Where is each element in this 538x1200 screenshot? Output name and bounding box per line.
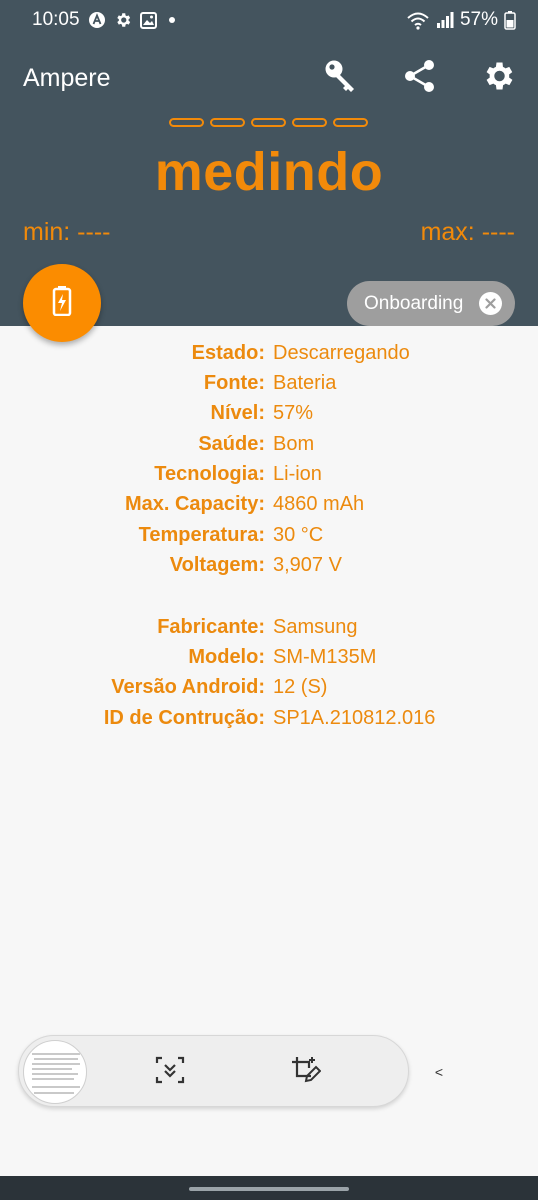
collapse-toolbar-button[interactable]: < xyxy=(430,1060,448,1084)
indicator-segment xyxy=(251,118,286,127)
status-bar: 10:05 57% xyxy=(0,0,538,40)
info-label: ID de Contrução: xyxy=(103,707,265,729)
wifi-icon xyxy=(406,10,430,30)
info-label: Estado: xyxy=(191,342,265,364)
battery-fab[interactable] xyxy=(23,264,101,342)
info-value: 3,907 V xyxy=(273,554,342,576)
info-label: Tecnologia: xyxy=(154,463,265,485)
screenshot-thumbnail[interactable] xyxy=(23,1040,87,1104)
status-battery-percent: 57% xyxy=(459,9,498,30)
share-icon xyxy=(402,58,438,99)
max-reading: max: ---- xyxy=(420,218,515,246)
crop-edit-icon xyxy=(289,1054,322,1091)
key-icon xyxy=(321,57,359,100)
screenshot-toolbar xyxy=(18,1035,409,1107)
settings-button[interactable] xyxy=(476,56,520,100)
info-label: Versão Android: xyxy=(111,676,265,698)
battery-icon xyxy=(504,10,516,30)
info-value: 12 (S) xyxy=(273,676,328,698)
info-value: SP1A.210812.016 xyxy=(273,707,436,729)
image-icon xyxy=(139,11,157,29)
info-value: Bom xyxy=(273,433,315,455)
navigation-bar xyxy=(0,1176,538,1200)
share-button[interactable] xyxy=(398,56,442,100)
indicator-segment xyxy=(333,118,368,127)
key-button[interactable] xyxy=(318,56,362,100)
gear-icon xyxy=(114,11,132,29)
info-label: Fonte: xyxy=(203,372,265,394)
info-row-capacity: Max. Capacity: 4860 mAh xyxy=(0,489,538,519)
info-row-temperatura: Temperatura: 30 °C xyxy=(0,520,538,550)
info-value: Samsung xyxy=(273,616,358,638)
info-label: Max. Capacity: xyxy=(124,493,265,515)
close-circle-icon[interactable] xyxy=(479,292,502,315)
info-label: Nível: xyxy=(210,402,265,424)
info-row-build-id: ID de Contrução: SP1A.210812.016 xyxy=(0,703,538,733)
a-circle-icon xyxy=(88,11,106,29)
info-row-modelo: Modelo: SM-M135M xyxy=(0,642,538,672)
info-row-versao-android: Versão Android: 12 (S) xyxy=(0,672,538,702)
info-row-fabricante: Fabricante: Samsung xyxy=(0,612,538,642)
info-value: Bateria xyxy=(273,372,337,394)
info-row-saude: Saúde: Bom xyxy=(0,429,538,459)
info-row-estado: Estado: Descarregando xyxy=(0,338,538,368)
info-row-tecnologia: Tecnologia: Li-ion xyxy=(0,459,538,489)
info-label: Modelo: xyxy=(188,646,265,668)
dot-icon xyxy=(165,15,179,25)
indicator-segment xyxy=(169,118,204,127)
home-handle[interactable] xyxy=(189,1187,349,1191)
info-label: Temperatura: xyxy=(138,524,265,546)
app-title: Ampere xyxy=(23,64,111,92)
info-value: Li-ion xyxy=(273,463,322,485)
onboarding-label: Onboarding xyxy=(364,292,464,314)
status-time: 10:05 xyxy=(32,9,80,30)
info-row-nivel: Nível: 57% xyxy=(0,398,538,428)
info-value: SM-M135M xyxy=(273,646,377,668)
scroll-capture-icon xyxy=(154,1054,186,1091)
gear-icon xyxy=(480,58,516,99)
crop-edit-button[interactable] xyxy=(287,1054,323,1090)
min-reading: min: ---- xyxy=(23,218,111,246)
info-label: Voltagem: xyxy=(169,554,265,576)
indicator-segment xyxy=(292,118,327,127)
signal-icon xyxy=(436,11,454,29)
info-value: Descarregando xyxy=(273,342,410,364)
info-value: 30 °C xyxy=(273,524,324,546)
onboarding-chip[interactable]: Onboarding xyxy=(347,281,515,326)
scroll-capture-button[interactable] xyxy=(152,1054,188,1090)
measuring-indicator xyxy=(169,118,368,127)
info-row-fonte: Fonte: Bateria xyxy=(0,368,538,398)
info-label: Fabricante: xyxy=(157,616,265,638)
info-row-voltagem: Voltagem: 3,907 V xyxy=(0,550,538,580)
info-label: Saúde: xyxy=(198,433,265,455)
info-value: 4860 mAh xyxy=(273,493,365,515)
battery-charging-icon xyxy=(52,285,72,321)
info-value: 57% xyxy=(273,402,314,424)
indicator-segment xyxy=(210,118,245,127)
current-reading: medindo xyxy=(154,142,384,202)
